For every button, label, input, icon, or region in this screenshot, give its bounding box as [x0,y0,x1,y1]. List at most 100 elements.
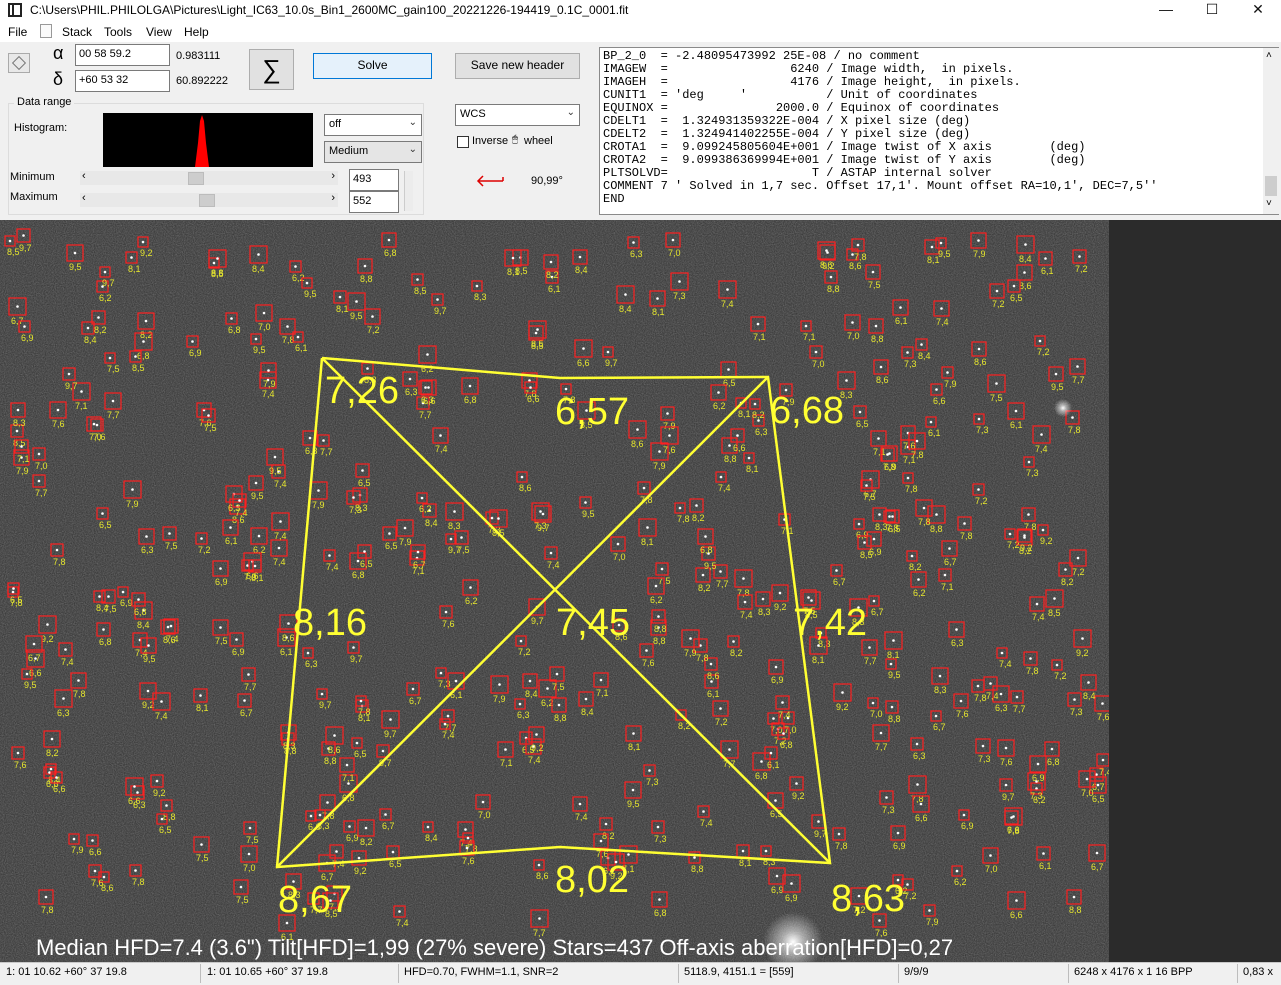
star-hfd-label: 7,8 [960,531,973,541]
star-hfd-label: 7,9 [71,845,84,855]
star-point [529,386,532,389]
star-hfd-label: 6,9 [1032,773,1045,783]
star-image[interactable]: 8,8 7,6 7,5 6,3 8,6 7,4 6,9 6,5 7,9 7,8 7,3 8,3 7,2 6… [0,220,1109,962]
menu-tools[interactable]: Tools [104,25,132,39]
star-hfd-label: 7,1 [753,332,766,342]
star-point [657,615,660,618]
star-hfd-label: 6,9 [21,333,34,343]
chevron-right-icon[interactable]: › [331,192,335,204]
minimum-slider[interactable]: ‹ › [80,170,338,185]
star-hfd-label: 7,9 [399,537,412,547]
header-scrollbar[interactable]: ˄ ˅ [1263,48,1279,214]
star-point [1004,746,1008,750]
minimum-input[interactable]: 493 [349,169,399,191]
saturation-select[interactable]: Medium ⌄ [324,141,422,163]
diamond-button[interactable] [8,53,30,73]
maximum-slider[interactable]: ‹ › [80,192,338,207]
star-point [935,513,938,516]
star-hfd-label: 6,9 [771,885,784,895]
status-star-info: HFD=0.70, FWHM=1.1, SNR=2 [404,966,559,978]
star-hfd-label: 7,5 [552,682,565,692]
chevron-left-icon[interactable]: ‹ [82,170,86,182]
star-hfd-label: 6,1 [1041,266,1054,276]
star-hfd-label: 7,6 [52,419,65,429]
status-divider [1068,964,1069,983]
close-button[interactable]: ✕ [1235,0,1281,22]
star-point [239,885,243,889]
star-point [56,408,60,412]
star-point [520,475,524,479]
star-point [518,702,522,706]
star-point [439,671,443,675]
star-point [837,832,841,836]
star-point [363,550,366,553]
star-hfd-label: 8,1 [196,703,209,713]
ra-input[interactable]: 00 58 59.2 [75,44,170,66]
star-hfd-label: 8,2 [909,562,922,572]
range-spinner[interactable] [404,171,413,211]
sigma-button[interactable]: ∑ [249,49,294,90]
star-point [67,372,71,376]
image-margin [1109,220,1281,962]
star-point [49,767,53,771]
chevron-down-icon[interactable]: ˅ [1266,198,1272,209]
star-point [328,554,331,557]
menu-stack[interactable]: Stack [62,25,92,39]
dec-input[interactable]: +60 53 32 [75,70,170,92]
star-hfd-label: 9,2 [774,602,787,612]
star-hfd-label: 8,5 [7,247,20,257]
star-hfd-label: 7,7 [1072,375,1085,385]
star-hfd-label: 8,2 [692,513,705,523]
menu-help[interactable]: Help [184,25,209,39]
minimum-slider-thumb[interactable] [188,172,204,185]
star-hfd-label: 8,3 [758,607,771,617]
star-hfd-label: 6,6 [577,358,590,368]
star-hfd-label: 7,7 [419,410,432,420]
fits-header-text[interactable]: BP_2_0 = -2.48095473992 25E-08 / no comm… [599,47,1279,215]
star-point [935,388,938,391]
star-hfd-label: 7,4 [528,755,541,765]
star-hfd-label: 7,9 [493,694,506,704]
app-icon [8,3,22,17]
star-hfd-label: 6,3 [421,395,434,405]
star-point [781,701,784,704]
star-hfd-label: 8,4 [619,304,632,314]
menu-view[interactable]: View [146,25,172,39]
star-point [742,577,745,580]
star-point [141,240,145,244]
star-point [922,506,926,510]
star-hfd-label: 9,5 [350,311,363,321]
maximize-button[interactable]: ☐ [1189,0,1235,22]
chevron-up-icon[interactable]: ˄ [1266,50,1272,61]
star-point [254,337,258,341]
minimize-button[interactable]: — [1143,0,1189,22]
star-hfd-label: 7,9 [684,648,697,658]
star-hfd-label: 9,5 [69,262,82,272]
chevron-left-icon[interactable]: ‹ [82,192,86,204]
star-point [555,672,559,676]
star-hfd-label: 6,6 [128,796,141,806]
star-hfd-label: 6,1 [295,343,308,353]
maximum-slider-thumb[interactable] [199,194,215,207]
star-point [769,751,773,755]
stretch-select[interactable]: off ⌄ [324,114,422,136]
tilt-value-top-right: 6,68 [770,390,844,432]
maximum-input[interactable]: 552 [349,191,399,213]
inverse-checkbox[interactable] [457,136,469,148]
star-point [1015,899,1018,902]
star-point [938,674,942,678]
star-hfd-label: 7,2 [904,891,917,901]
star-hfd-label: 8,3 [875,522,888,532]
star-point [977,239,980,242]
wcs-select[interactable]: WCS ⌄ [455,104,580,126]
save-header-button[interactable]: Save new header [455,53,580,79]
star-hfd-label: 6,3 [630,249,643,259]
star-point [910,554,914,558]
star-point [599,678,603,682]
scroll-thumb[interactable] [1265,176,1277,196]
star-hfd-label: 7,4 [718,483,731,493]
star-point [856,243,860,247]
menu-file[interactable]: File [8,25,27,39]
solve-button[interactable]: Solve [313,53,432,79]
chevron-right-icon[interactable]: › [331,170,335,182]
